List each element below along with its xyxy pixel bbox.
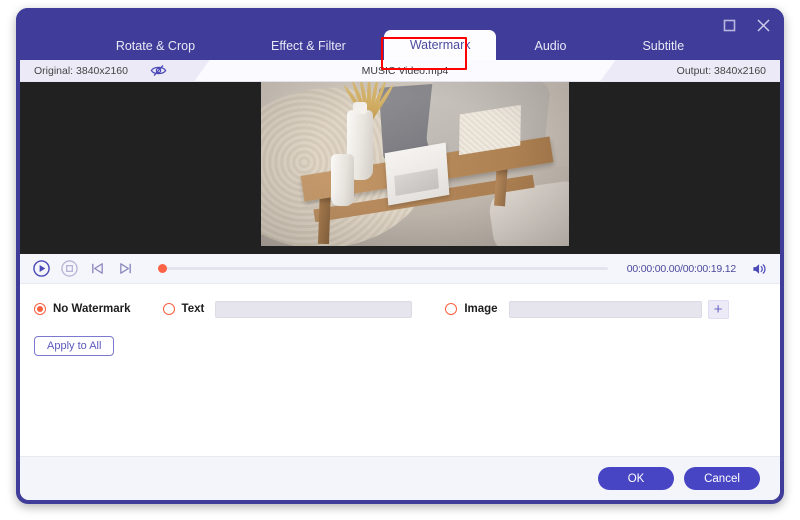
tab-label: Subtitle <box>642 39 685 53</box>
time-display: 00:00:00.00/00:00:19.12 <box>626 262 736 275</box>
tab-label: Watermark <box>409 38 471 52</box>
apply-to-all-label: Apply to All <box>47 340 102 352</box>
image-watermark-input[interactable] <box>508 300 702 318</box>
editor-dialog-window: Rotate & Crop Effect & Filter Watermark … <box>16 8 784 504</box>
stop-circle-icon[interactable] <box>60 259 79 278</box>
volume-icon[interactable] <box>752 262 768 276</box>
no-watermark-label: No Watermark <box>53 303 131 315</box>
scene-vignette <box>261 82 569 246</box>
tab-audio[interactable]: Audio <box>514 32 586 60</box>
radio-indicator-text[interactable] <box>162 303 175 315</box>
title-bar: Rotate & Crop Effect & Filter Watermark … <box>16 8 784 60</box>
tab-subtitle[interactable]: Subtitle <box>622 32 704 60</box>
image-watermark-label: Image <box>464 303 498 315</box>
tab-bar: Rotate & Crop Effect & Filter Watermark … <box>16 30 784 60</box>
ok-button[interactable]: OK <box>598 467 674 490</box>
next-frame-icon[interactable] <box>116 259 135 278</box>
radio-text-watermark[interactable]: Text <box>162 303 205 315</box>
original-resolution-group: Original: 3840x2160 <box>20 60 210 82</box>
radio-indicator-image[interactable] <box>445 303 458 315</box>
radio-image-watermark[interactable]: Image <box>445 303 498 315</box>
radio-no-watermark[interactable]: No Watermark <box>34 303 131 315</box>
play-circle-icon[interactable] <box>32 259 51 278</box>
apply-to-all-row: Apply to All <box>20 320 780 356</box>
video-preview-area <box>20 82 780 254</box>
media-info-bar: Original: 3840x2160 MUSIC Video.mp4 Outp… <box>20 60 780 82</box>
seek-playhead[interactable] <box>158 264 167 273</box>
cancel-button[interactable]: Cancel <box>684 467 760 490</box>
radio-indicator-no-watermark[interactable] <box>34 303 46 315</box>
output-resolution-label: Output: 3840x2160 <box>676 64 766 77</box>
watermark-mode-row: No Watermark Text Image + <box>20 298 780 320</box>
tab-effect-filter[interactable]: Effect & Filter <box>251 32 366 60</box>
dialog-body: Original: 3840x2160 MUSIC Video.mp4 Outp… <box>20 60 780 500</box>
file-name-label: MUSIC Video.mp4 <box>361 64 449 77</box>
playback-controls-bar: 00:00:00.00/00:00:19.12 <box>20 254 780 284</box>
original-resolution-label: Original: 3840x2160 <box>34 64 128 77</box>
video-frame <box>261 82 569 246</box>
tab-label: Audio <box>534 39 567 53</box>
tab-watermark[interactable]: Watermark <box>383 30 497 60</box>
output-resolution-group: Output: 3840x2160 <box>600 60 780 82</box>
cancel-label: Cancel <box>704 472 740 485</box>
seek-bar[interactable] <box>158 259 608 278</box>
watermark-options: No Watermark Text Image + Apply to All <box>20 284 780 404</box>
add-image-button[interactable]: + <box>707 299 729 319</box>
ok-label: OK <box>627 472 645 485</box>
tab-label: Rotate & Crop <box>115 39 196 53</box>
seek-track <box>158 267 608 270</box>
text-watermark-label: Text <box>181 303 205 315</box>
plus-icon: + <box>713 300 723 318</box>
app-screen: Rotate & Crop Effect & Filter Watermark … <box>0 0 800 520</box>
dialog-footer: OK Cancel <box>20 456 780 500</box>
eye-off-icon[interactable] <box>150 64 167 77</box>
text-watermark-input[interactable] <box>215 300 413 318</box>
apply-to-all-button[interactable]: Apply to All <box>34 336 115 356</box>
tab-label: Effect & Filter <box>271 39 346 53</box>
previous-frame-icon[interactable] <box>88 259 107 278</box>
tab-rotate-crop[interactable]: Rotate & Crop <box>96 32 215 60</box>
